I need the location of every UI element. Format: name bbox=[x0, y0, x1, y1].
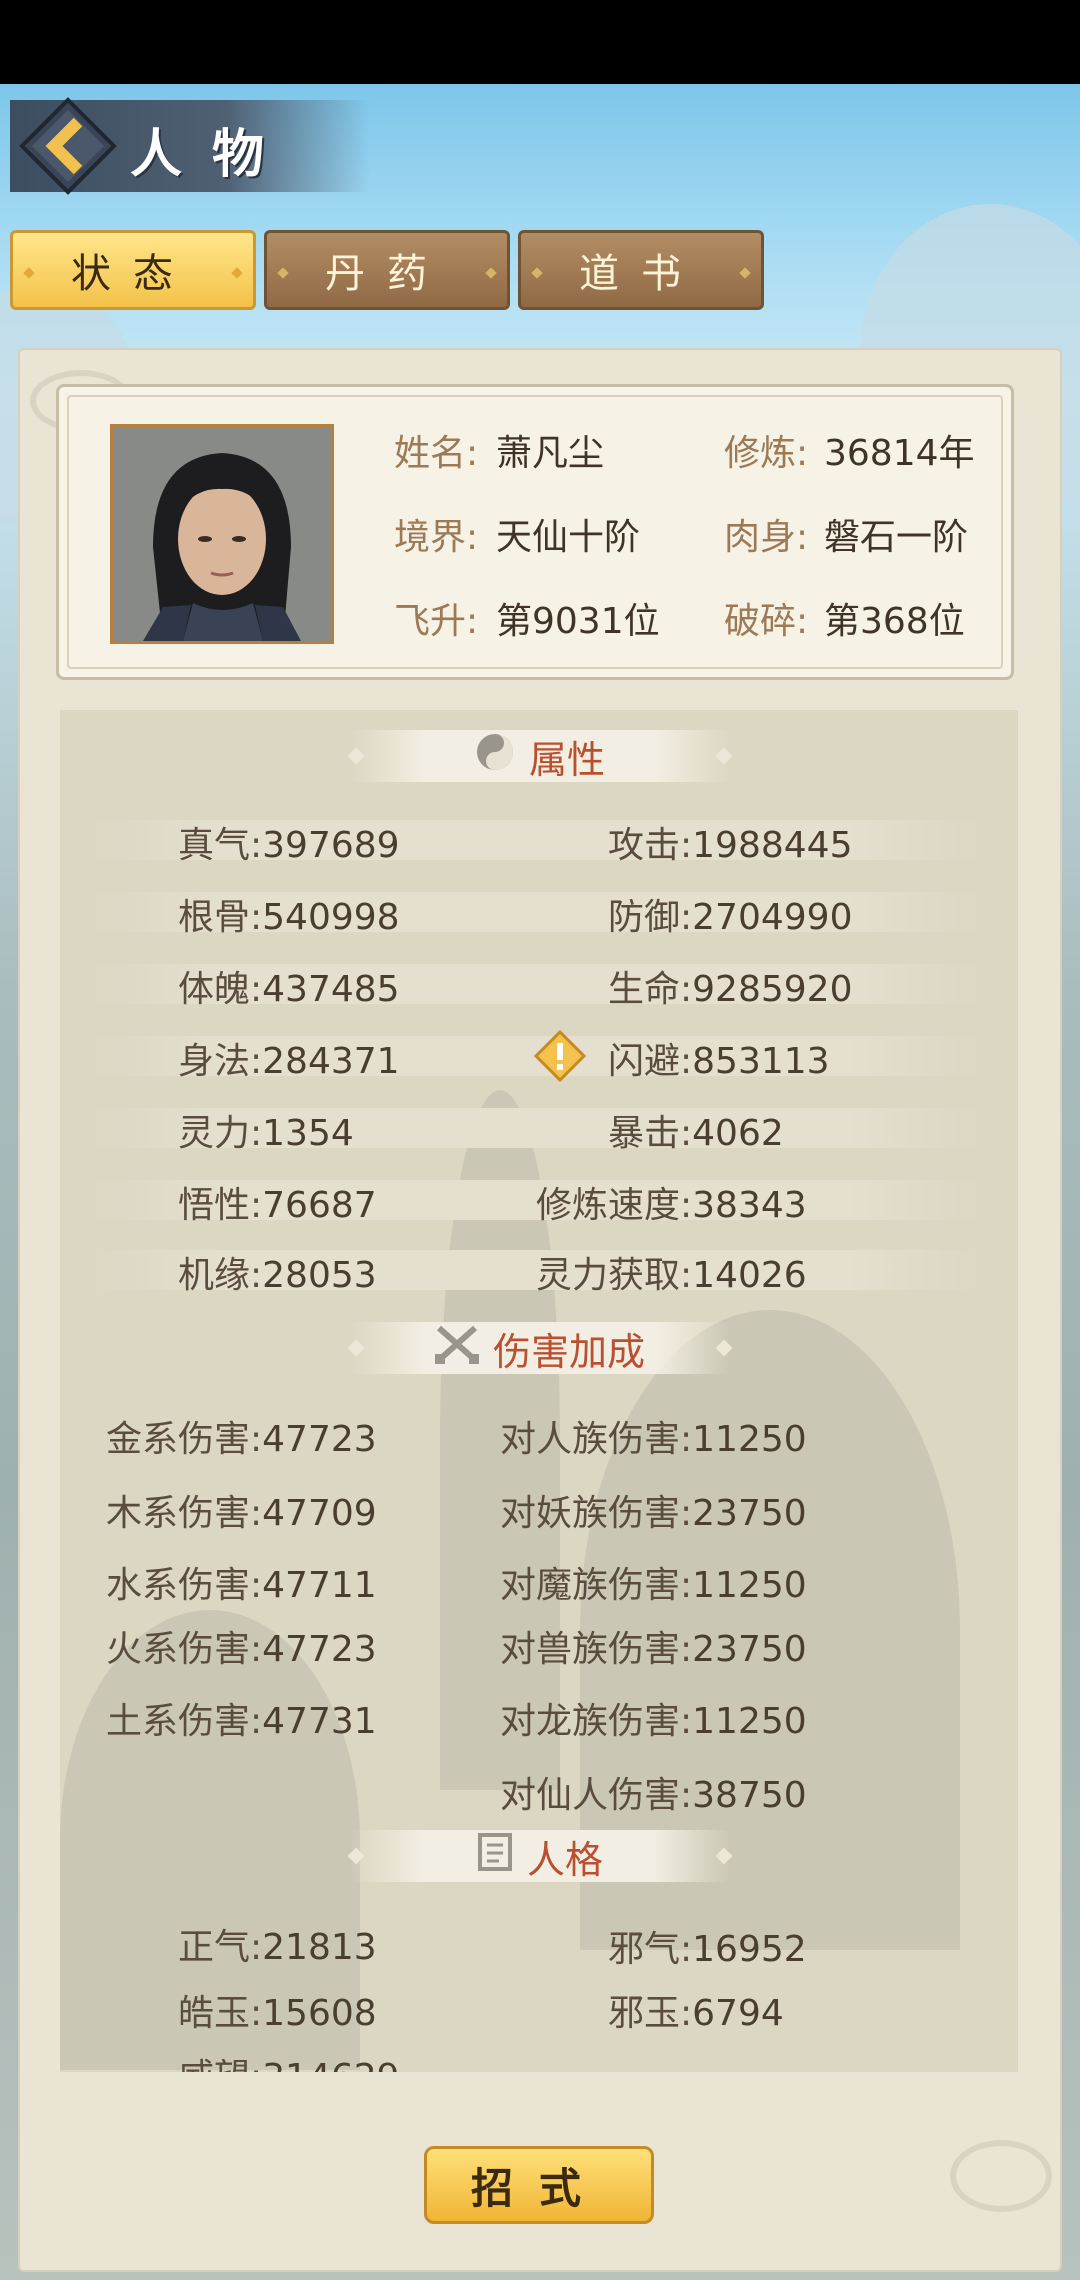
stat-dodge: 闪避:853113 bbox=[608, 1041, 830, 1082]
page-title: 人物 bbox=[130, 124, 295, 185]
stat-qi: 真气:397689 bbox=[178, 825, 400, 866]
shatter-value: 第368位 bbox=[824, 601, 965, 642]
skills-button-label: 招式 bbox=[470, 2163, 607, 2213]
dmg-vs-beast: 对兽族伤害:23750 bbox=[500, 1629, 807, 1670]
shatter-label: 破碎: bbox=[724, 601, 809, 642]
back-button[interactable] bbox=[18, 96, 118, 196]
stat-defense: 防御:2704990 bbox=[608, 897, 853, 938]
stat-crit: 暴击:4062 bbox=[608, 1113, 784, 1154]
dmg-metal: 金系伤害:47723 bbox=[106, 1419, 377, 1460]
trait-prestige: 威望:314629 bbox=[178, 2048, 400, 2072]
body-label: 肉身: bbox=[724, 517, 809, 558]
ascend-value: 第9031位 bbox=[496, 601, 660, 642]
dmg-vs-demon-race: 对妖族伤害:23750 bbox=[500, 1493, 807, 1534]
stat-life: 生命:9285920 bbox=[608, 969, 853, 1010]
section-personality-title: 人格 bbox=[526, 1837, 603, 1882]
dmg-water: 水系伤害:47711 bbox=[106, 1565, 377, 1606]
skills-button[interactable]: 招式 bbox=[424, 2146, 654, 2224]
scroll-icon bbox=[477, 1832, 513, 1881]
stat-physique: 体魄:437485 bbox=[178, 969, 400, 1010]
dmg-earth: 土系伤害:47731 bbox=[106, 1701, 377, 1742]
cultivation-value: 36814年 bbox=[824, 433, 975, 474]
ascend-label: 飞升: bbox=[394, 601, 479, 642]
tab-status-label: 状态 bbox=[71, 251, 195, 297]
dmg-wood: 木系伤害:47709 bbox=[106, 1493, 377, 1534]
cultivation-label: 修炼: bbox=[724, 433, 809, 474]
tab-books-label: 道书 bbox=[579, 251, 703, 297]
portrait-image bbox=[113, 427, 331, 641]
dmg-vs-dragon: 对龙族伤害:11250 bbox=[500, 1701, 807, 1742]
trait-evil-jade: 邪玉:6794 bbox=[608, 1993, 784, 2034]
body-value: 磐石一阶 bbox=[824, 517, 969, 558]
section-personality-header: 人格 bbox=[347, 1830, 733, 1882]
trait-evil: 邪气:16952 bbox=[608, 1929, 807, 1970]
dmg-vs-human: 对人族伤害:11250 bbox=[500, 1419, 807, 1460]
name-label: 姓名: bbox=[394, 433, 479, 474]
stat-fortune: 机缘:28053 bbox=[178, 1255, 377, 1296]
section-damage-title: 伤害加成 bbox=[492, 1329, 645, 1374]
status-bar bbox=[0, 0, 1080, 84]
stat-agility: 身法:284371 bbox=[178, 1041, 400, 1082]
stat-insight: 悟性:76687 bbox=[178, 1185, 377, 1226]
tab-books[interactable]: 道书 bbox=[518, 230, 764, 310]
stat-cultivation-speed: 修炼速度:38343 bbox=[536, 1185, 807, 1226]
section-damage-header: 伤害加成 bbox=[347, 1322, 733, 1374]
stat-attack: 攻击:1988445 bbox=[608, 825, 853, 866]
realm-value: 天仙十阶 bbox=[496, 517, 641, 558]
stat-root: 根骨:540998 bbox=[178, 897, 400, 938]
tab-status[interactable]: 状态 bbox=[10, 230, 256, 310]
section-attributes-title: 属性 bbox=[528, 737, 605, 782]
warning-icon[interactable] bbox=[533, 1029, 587, 1086]
crossed-swords-icon bbox=[434, 1324, 479, 1373]
tab-pills[interactable]: 丹药 bbox=[264, 230, 510, 310]
dmg-vs-immortal: 对仙人伤害:38750 bbox=[500, 1775, 807, 1816]
character-portrait bbox=[110, 424, 334, 644]
dmg-vs-devil: 对魔族伤害:11250 bbox=[500, 1565, 807, 1606]
back-arrow-icon bbox=[19, 97, 117, 195]
name-value: 萧凡尘 bbox=[496, 433, 605, 474]
stat-spirit: 灵力:1354 bbox=[178, 1113, 354, 1154]
realm-label: 境界: bbox=[394, 517, 479, 558]
stat-spirit-gain: 灵力获取:14026 bbox=[536, 1255, 807, 1296]
trait-jade: 皓玉:15608 bbox=[178, 1993, 377, 2034]
section-attributes-header: 属性 bbox=[347, 730, 733, 782]
scroll-clip: 威望:314629 bbox=[60, 2040, 1018, 2072]
tab-pills-label: 丹药 bbox=[325, 251, 449, 297]
dmg-fire: 火系伤害:47723 bbox=[106, 1629, 377, 1670]
trait-righteous: 正气:21813 bbox=[178, 1927, 377, 1968]
yin-yang-icon bbox=[475, 732, 515, 781]
